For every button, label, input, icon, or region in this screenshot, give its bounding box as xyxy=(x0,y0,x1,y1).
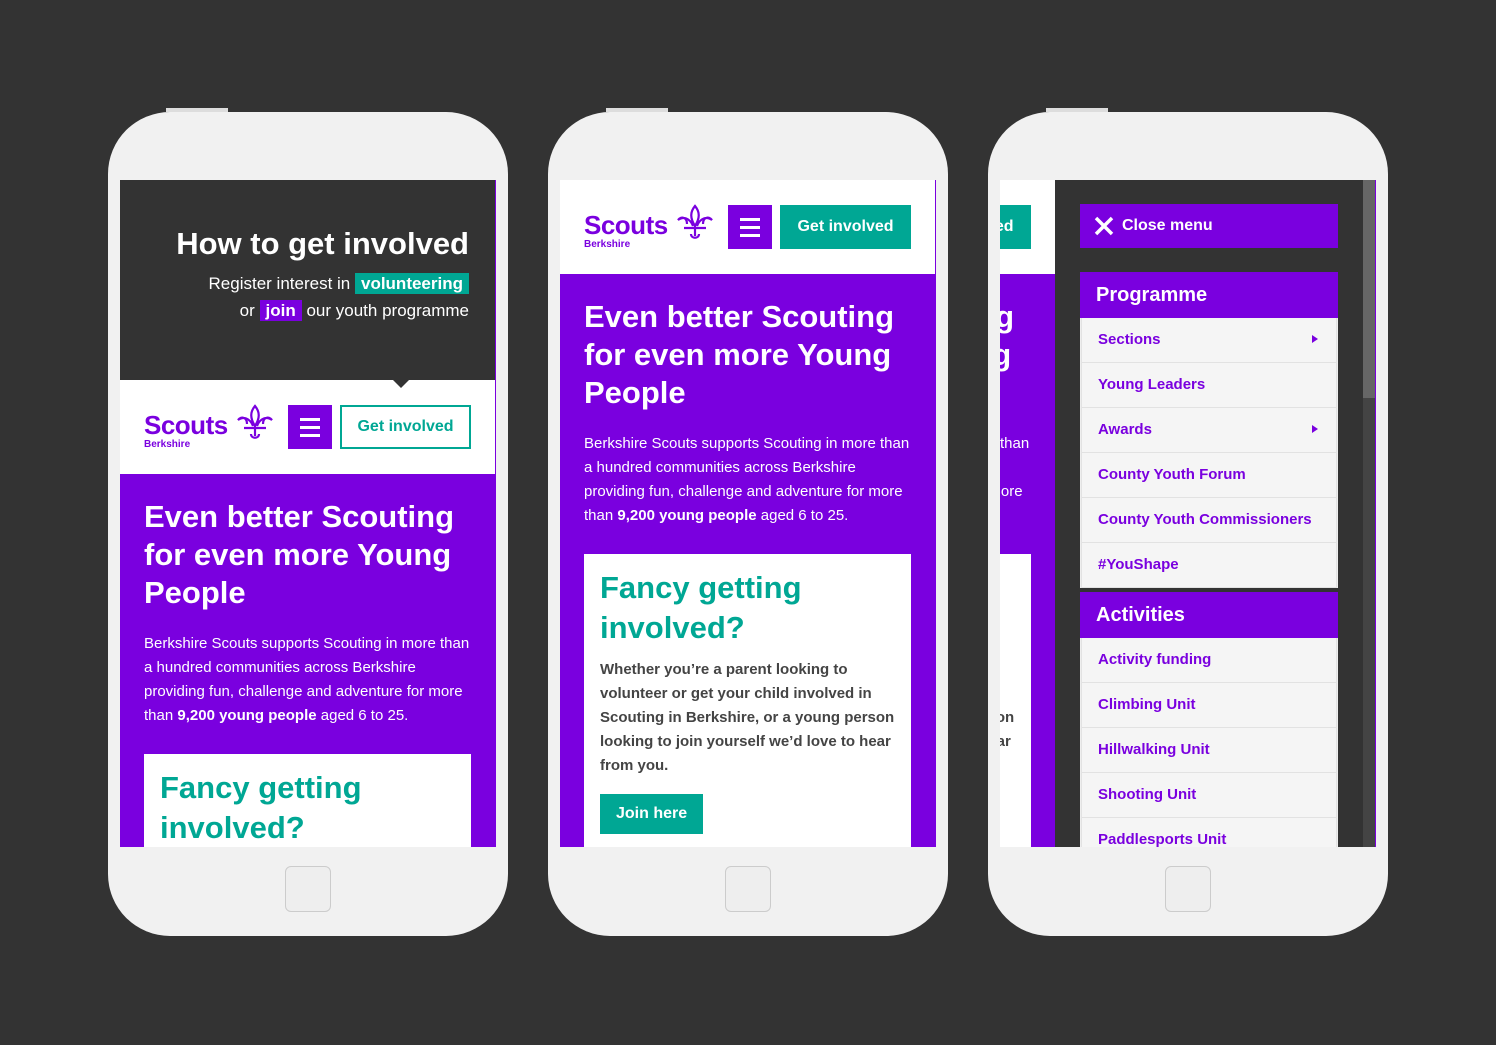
join-link[interactable]: join xyxy=(259,300,302,321)
get-involved-button[interactable]: Get involved xyxy=(340,405,471,449)
site-header: ScoutsBerkshire Get involved xyxy=(120,380,495,474)
home-button xyxy=(285,866,331,912)
menu-section-heading[interactable]: Activities xyxy=(1080,592,1338,638)
card-title: Fancy getting involved? xyxy=(600,570,802,645)
volunteering-link[interactable]: volunteering xyxy=(354,273,469,294)
caret-right-icon xyxy=(1312,425,1318,433)
menu-item[interactable]: Young Leaders xyxy=(1081,363,1337,408)
get-involved-card: Fancy getting involved? Whether you’re a… xyxy=(1000,554,1031,847)
menu-item[interactable]: Activity funding xyxy=(1081,638,1337,683)
hero-section: Even better Scouting for even more Young… xyxy=(560,274,935,847)
menu-section-heading[interactable]: Programme xyxy=(1080,272,1338,318)
phone-mockup-3: ScoutsBerkshire Get involved Even better… xyxy=(988,108,1388,936)
scrollbar[interactable] xyxy=(1363,180,1375,847)
get-involved-button[interactable]: Get involved xyxy=(780,205,911,249)
phone-mockup-1: How to get involved Register interest in… xyxy=(108,108,508,936)
get-involved-card: Fancy getting involved? Whether you’re a… xyxy=(144,754,471,847)
hero-title: Even better Scouting for even more Young… xyxy=(584,299,895,410)
fleur-de-lis-icon xyxy=(237,404,273,439)
get-involved-card: Fancy getting involved? Whether you’re a… xyxy=(584,554,911,847)
menu-item[interactable]: Awards xyxy=(1081,408,1337,453)
menu-section: Activities Activity funding Climbing Unit H… xyxy=(1080,592,1338,847)
scouts-logo[interactable]: Scouts Berkshire xyxy=(584,210,668,250)
hero-text: Berkshire Scouts supports Scouting in mo… xyxy=(1000,435,1030,500)
caret-right-icon xyxy=(1312,335,1318,343)
menu-button[interactable] xyxy=(728,205,772,249)
card-text: Whether you’re a parent looking to volun… xyxy=(600,661,895,774)
menu-item[interactable]: #YouShape xyxy=(1081,543,1337,588)
scouts-logo[interactable]: Scouts Berkshire xyxy=(144,410,228,450)
home-button xyxy=(1165,866,1211,912)
intro-title: How to get involved xyxy=(176,226,469,261)
card-title: Fancy getting involved? xyxy=(160,770,362,845)
menu-item[interactable]: Climbing Unit xyxy=(1081,683,1337,728)
menu-item[interactable]: County Youth Forum xyxy=(1081,453,1337,498)
phone-screen: How to get involved Register interest in… xyxy=(120,180,496,847)
menu-section: Programme Sections Young Leaders Awards Coun… xyxy=(1080,272,1338,588)
close-menu-button[interactable]: Close menu xyxy=(1080,204,1338,248)
navigation-menu: Close menu Programme Sections Young Leader… xyxy=(1055,180,1375,847)
menu-item[interactable]: Hillwalking Unit xyxy=(1081,728,1337,773)
hero-section: Even better Scouting for even more Young… xyxy=(1000,274,1055,847)
menu-item[interactable]: County Youth Commissioners xyxy=(1081,498,1337,543)
hero-title: Even better Scouting for even more Young… xyxy=(1000,299,1015,372)
site-header: ScoutsBerkshire Get involved xyxy=(1000,180,1055,274)
hero-title: Even better Scouting for even more Young… xyxy=(144,499,455,610)
menu-item[interactable]: Paddlesports Unit xyxy=(1081,818,1337,847)
hero-text: Berkshire Scouts supports Scouting in mo… xyxy=(144,635,470,724)
phone-screen: ScoutsBerkshire Get involved Even better… xyxy=(560,180,936,847)
fleur-de-lis-icon xyxy=(677,204,713,239)
phone-screen: ScoutsBerkshire Get involved Even better… xyxy=(1000,180,1376,847)
hero-section: Even better Scouting for even more Young… xyxy=(120,474,495,847)
menu-item[interactable]: Sections xyxy=(1081,318,1337,363)
hero-text: Berkshire Scouts supports Scouting in mo… xyxy=(584,435,910,524)
get-involved-button[interactable]: Get involved xyxy=(1000,205,1031,249)
card-text: Whether you’re a parent looking to volun… xyxy=(1000,709,1015,750)
join-here-button[interactable]: Join here xyxy=(600,794,704,834)
intro-banner: How to get involved Register interest in… xyxy=(120,180,495,388)
menu-button[interactable] xyxy=(288,405,332,449)
menu-item[interactable]: Shooting Unit xyxy=(1081,773,1337,818)
phone-mockup-2: Scouts Berkshire Get involved Even better… xyxy=(548,108,948,936)
home-button xyxy=(725,866,771,912)
close-icon xyxy=(1094,216,1114,236)
card-title: Fancy getting involved? xyxy=(1000,568,1015,648)
site-header: ScoutsBerkshire Get involved xyxy=(560,180,935,274)
